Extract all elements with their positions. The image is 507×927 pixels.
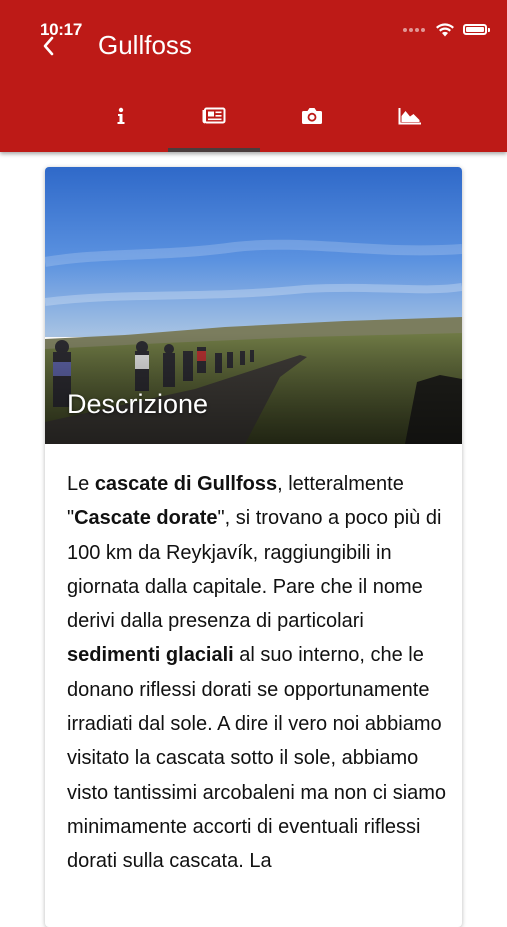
wifi-icon: [436, 23, 454, 37]
tab-info[interactable]: [75, 95, 167, 152]
tab-indicator: [168, 148, 260, 152]
status-icons: [403, 22, 490, 37]
tab-chart[interactable]: [364, 95, 456, 152]
description-card: Descrizione Le cascate di Gullfoss, lett…: [45, 167, 462, 927]
tab-bar: [0, 95, 507, 152]
description-bold-segment: sedimenti glaciali: [67, 644, 234, 667]
page-title: Gullfoss: [98, 30, 192, 60]
description-bold-segment: Cascate dorate: [74, 507, 218, 530]
back-button[interactable]: [38, 34, 58, 58]
chevron-left-icon: [43, 36, 54, 56]
app-bar: 10:17 Gullfoss: [0, 0, 507, 152]
description-text: Le cascate di Gullfoss, letteralmente "C…: [67, 467, 447, 879]
camera-icon: [302, 108, 322, 124]
tab-photos[interactable]: [266, 95, 358, 152]
description-segment: Le: [67, 473, 95, 495]
description-segment: al suo interno, che le donano riflessi d…: [67, 644, 447, 873]
tab-description[interactable]: [168, 95, 260, 152]
battery-icon: [463, 24, 490, 35]
photo-caption: Descrizione: [67, 389, 209, 419]
info-icon: [117, 107, 125, 124]
chart-area-icon: [398, 108, 421, 125]
newspaper-icon: [202, 107, 226, 124]
description-bold-segment: cascate di Gullfoss: [94, 473, 278, 495]
header-photo: Descrizione: [45, 167, 462, 444]
signal-icon: [403, 27, 425, 32]
